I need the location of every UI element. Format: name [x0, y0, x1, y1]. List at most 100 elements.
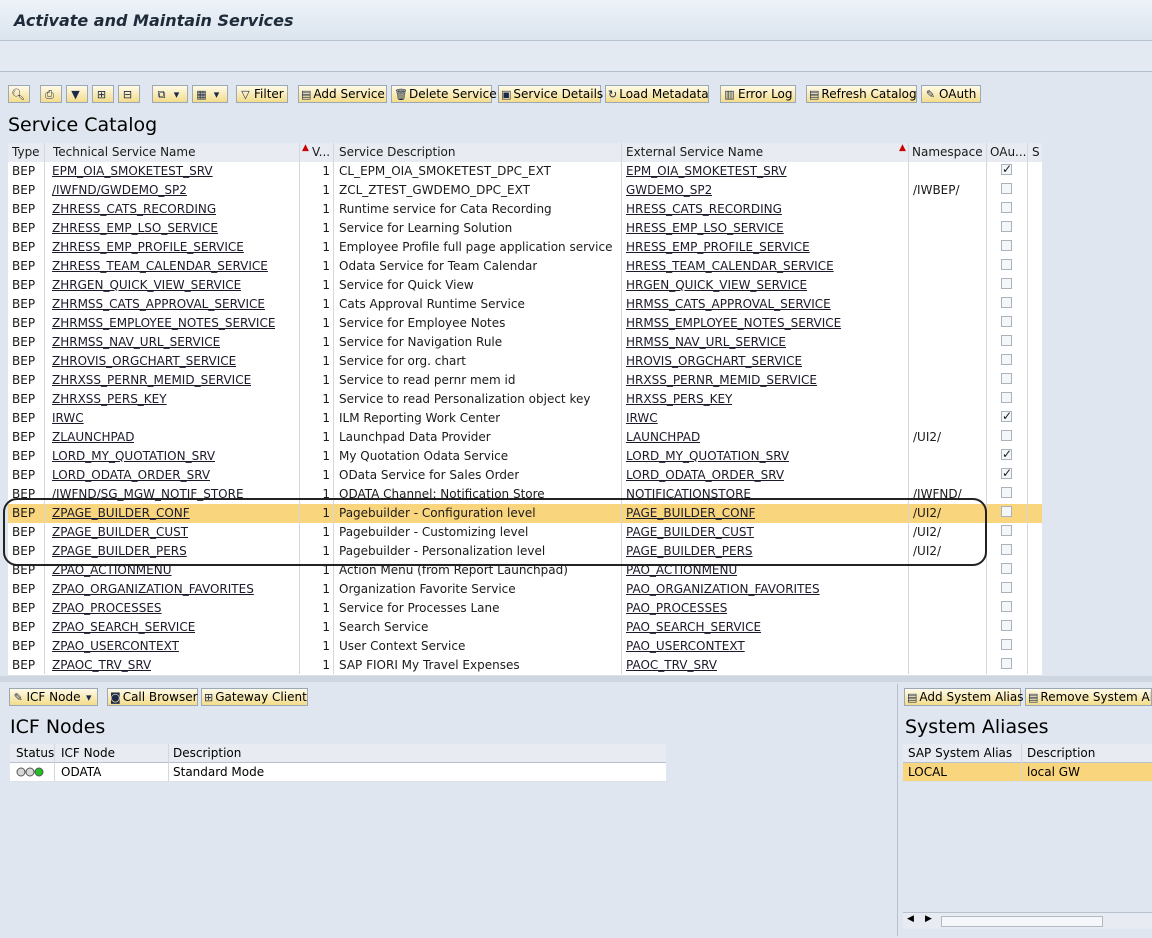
cell-technical-service-name[interactable]: ZHRXSS_PERS_KEY [52, 392, 167, 406]
call-browser-button[interactable]: ◙ Call Browser [107, 688, 198, 706]
cell-external-service-name[interactable]: IRWC [626, 411, 658, 425]
oauth-checkbox[interactable] [1001, 582, 1012, 593]
cell-external-service-name[interactable]: HRESS_EMP_PROFILE_SERVICE [626, 240, 810, 254]
table-row[interactable]: BEP ZHRMSS_CATS_APPROVAL_SERVICE 1 Cats App… [8, 295, 1042, 315]
export-button[interactable]: ⧉ ▾ [152, 85, 188, 103]
details-button[interactable]: 🔍︎ [8, 85, 30, 103]
col-s[interactable]: S [1032, 145, 1040, 159]
oauth-checkbox[interactable] [1001, 240, 1012, 251]
filter-button[interactable]: ▽ Filter [236, 85, 288, 103]
cell-external-service-name[interactable]: PAOC_TRV_SRV [626, 658, 717, 672]
scroll-right-icon[interactable]: ▶ [925, 914, 932, 924]
add-system-alias-button[interactable]: ▤ Add System Alias [904, 688, 1024, 706]
table-row[interactable]: BEP EPM_OIA_SMOKETEST_SRV 1 CL_EPM_OIA_SMOK… [8, 162, 1042, 182]
cell-external-service-name[interactable]: HRMSS_EMPLOYEE_NOTES_SERVICE [626, 316, 841, 330]
oauth-checkbox[interactable] [1001, 183, 1012, 194]
scroll-left-icon[interactable]: ◀ [907, 914, 914, 924]
col-type[interactable]: Type [12, 145, 40, 159]
cell-external-service-name[interactable]: LORD_ODATA_ORDER_SRV [626, 468, 784, 482]
oauth-checkbox[interactable]: ✓ [1001, 468, 1012, 479]
cell-technical-service-name[interactable]: ZPAO_USERCONTEXT [52, 639, 179, 653]
oauth-checkbox[interactable] [1001, 202, 1012, 213]
oauth-checkbox[interactable] [1001, 487, 1012, 498]
table-row[interactable]: BEP ZPAO_ORGANIZATION_FAVORITES 1 Organizat… [8, 580, 1042, 600]
oauth-checkbox[interactable]: ✓ [1001, 411, 1012, 422]
cell-external-service-name[interactable]: HRMSS_NAV_URL_SERVICE [626, 335, 786, 349]
cell-technical-service-name[interactable]: ZPAO_ORGANIZATION_FAVORITES [52, 582, 254, 596]
col-service-description[interactable]: Service Description [339, 145, 456, 159]
icf-col-node[interactable]: ICF Node [61, 746, 115, 760]
cell-technical-service-name[interactable]: EPM_OIA_SMOKETEST_SRV [52, 164, 213, 178]
table-row[interactable]: BEP ZHRESS_CATS_RECORDING 1 Runtime service… [8, 200, 1042, 220]
refresh-catalog-button[interactable]: ▤ Refresh Catalog [806, 85, 917, 103]
cell-external-service-name[interactable]: PAO_SEARCH_SERVICE [626, 620, 761, 634]
cell-technical-service-name[interactable]: LORD_ODATA_ORDER_SRV [52, 468, 210, 482]
cell-technical-service-name[interactable]: ZHRMSS_CATS_APPROVAL_SERVICE [52, 297, 265, 311]
oauth-checkbox[interactable] [1001, 430, 1012, 441]
oauth-checkbox[interactable] [1001, 506, 1012, 517]
horizontal-splitter[interactable] [0, 676, 1152, 682]
cell-external-service-name[interactable]: EPM_OIA_SMOKETEST_SRV [626, 164, 787, 178]
cell-external-service-name[interactable]: HROVIS_ORGCHART_SERVICE [626, 354, 802, 368]
table-row[interactable]: BEP ZPAO_USERCONTEXT 1 User Context Service… [8, 637, 1042, 657]
cell-external-service-name[interactable]: HRESS_CATS_RECORDING [626, 202, 782, 216]
cell-external-service-name[interactable]: GWDEMO_SP2 [626, 183, 712, 197]
oauth-checkbox[interactable] [1001, 563, 1012, 574]
alias-hscrollbar[interactable]: ◀ ▶ [903, 912, 1152, 929]
cell-technical-service-name[interactable]: LORD_MY_QUOTATION_SRV [52, 449, 215, 463]
cell-technical-service-name[interactable]: ZPAO_SEARCH_SERVICE [52, 620, 195, 634]
remove-system-alias-button[interactable]: ▤Remove System Alias [1025, 688, 1152, 706]
cell-technical-service-name[interactable]: ZLAUNCHPAD [52, 430, 134, 444]
table-row[interactable]: BEP LORD_ODATA_ORDER_SRV 1 OData Service fo… [8, 466, 1042, 486]
table-row[interactable]: BEP ZHRXSS_PERNR_MEMID_SERVICE 1 Service to… [8, 371, 1042, 391]
cell-technical-service-name[interactable]: ZHRESS_CATS_RECORDING [52, 202, 216, 216]
table-row[interactable]: BEP ZPAO_SEARCH_SERVICE 1 Search Service PAO… [8, 618, 1042, 638]
alias-col-description[interactable]: Description [1027, 746, 1095, 760]
icf-node-button[interactable]: ✎ ICF Node ▾ [9, 688, 98, 706]
cell-external-service-name[interactable]: PAO_ORGANIZATION_FAVORITES [626, 582, 820, 596]
cell-external-service-name[interactable]: HRGEN_QUICK_VIEW_SERVICE [626, 278, 807, 292]
oauth-checkbox[interactable] [1001, 221, 1012, 232]
oauth-checkbox[interactable]: ✓ [1001, 164, 1012, 175]
oauth-checkbox[interactable] [1001, 620, 1012, 631]
col-oauth[interactable]: OAu... [990, 145, 1026, 159]
scroll-thumb[interactable] [941, 916, 1103, 927]
table-row[interactable]: BEP/IWFND/GWDEMO_SP2 1 ZCL_ZTEST_GWDEMO_DP… [8, 181, 1042, 201]
col-namespace[interactable]: Namespace [912, 145, 983, 159]
oauth-checkbox[interactable] [1001, 373, 1012, 384]
oauth-checkbox[interactable] [1001, 639, 1012, 650]
icf-row[interactable]: ODATA Standard Mode [10, 763, 666, 782]
table-row[interactable]: BEP ZPAO_PROCESSES 1 Service for Processes … [8, 599, 1042, 619]
oauth-checkbox[interactable] [1001, 658, 1012, 669]
print-button[interactable]: ⎙ [40, 85, 62, 103]
cell-technical-service-name[interactable]: ZHRESS_EMP_LSO_SERVICE [52, 221, 218, 235]
cell-technical-service-name[interactable]: ZPAOC_TRV_SRV [52, 658, 151, 672]
cell-external-service-name[interactable]: PAO_USERCONTEXT [626, 639, 745, 653]
gateway-client-button[interactable]: ⊞ Gateway Client [201, 688, 308, 706]
find-button[interactable]: ⊞ [92, 85, 114, 103]
cell-technical-service-name[interactable]: ZHRMSS_EMPLOYEE_NOTES_SERVICE [52, 316, 275, 330]
oauth-checkbox[interactable] [1001, 297, 1012, 308]
oauth-checkbox[interactable] [1001, 259, 1012, 270]
table-row[interactable]: BEP ZHRGEN_QUICK_VIEW_SERVICE 1 Service for… [8, 276, 1042, 296]
col-version[interactable]: V... [312, 145, 332, 159]
oauth-checkbox[interactable] [1001, 278, 1012, 289]
cell-external-service-name[interactable]: HRESS_TEAM_CALENDAR_SERVICE [626, 259, 834, 273]
icf-col-status[interactable]: Status [16, 746, 54, 760]
cell-technical-service-name[interactable]: ZHRGEN_QUICK_VIEW_SERVICE [52, 278, 241, 292]
cell-technical-service-name[interactable]: ZHRESS_EMP_PROFILE_SERVICE [52, 240, 244, 254]
table-row[interactable]: BEP ZLAUNCHPAD 1 Launchpad Data Provider LAU… [8, 428, 1042, 448]
cell-technical-service-name[interactable]: ZHRMSS_NAV_URL_SERVICE [52, 335, 220, 349]
oauth-checkbox[interactable]: ✓ [1001, 449, 1012, 460]
cell-external-service-name[interactable]: PAO_PROCESSES [626, 601, 727, 615]
oauth-checkbox[interactable] [1001, 335, 1012, 346]
table-row[interactable]: BEP ZHRMSS_NAV_URL_SERVICE 1 Service for Na… [8, 333, 1042, 353]
cell-technical-service-name[interactable]: ZHRESS_TEAM_CALENDAR_SERVICE [52, 259, 268, 273]
cell-technical-service-name[interactable]: IRWC [52, 411, 84, 425]
col-technical-service-name[interactable]: Technical Service Name [53, 145, 195, 159]
oauth-checkbox[interactable] [1001, 392, 1012, 403]
cell-technical-service-name[interactable]: /IWFND/GWDEMO_SP2 [52, 183, 187, 197]
cell-external-service-name[interactable]: HRXSS_PERS_KEY [626, 392, 732, 406]
icf-col-description[interactable]: Description [173, 746, 241, 760]
oauth-checkbox[interactable] [1001, 354, 1012, 365]
